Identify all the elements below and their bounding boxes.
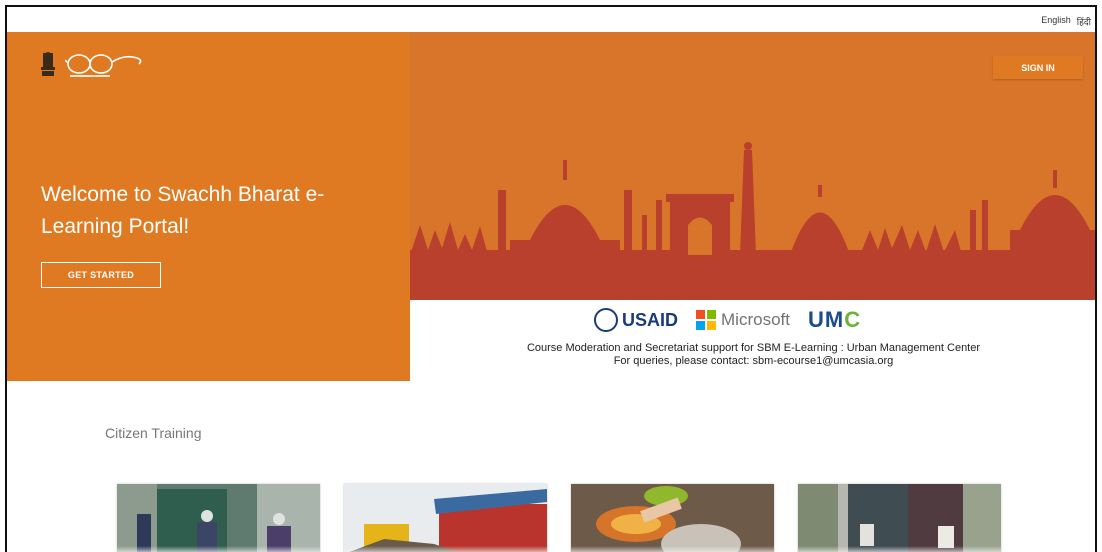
welcome-heading: Welcome to Swachh Bharat e- Learning Por… [41, 179, 401, 243]
course-card-row [117, 484, 1017, 552]
umc-logo: UMC [807, 307, 862, 332]
microsoft-logo: Microsoft [696, 310, 790, 330]
welcome-line-1: Welcome to Swachh Bharat e- [41, 183, 325, 206]
course-thumbnail [571, 484, 774, 552]
course-card-4[interactable] [798, 484, 1001, 552]
microsoft-text: Microsoft [721, 310, 790, 329]
usaid-text: USAID [622, 309, 679, 330]
course-card-1[interactable] [117, 484, 320, 552]
course-thumbnail [798, 484, 1001, 552]
language-switcher: English हिंदी [1041, 15, 1091, 28]
course-card-3[interactable] [571, 484, 774, 552]
usaid-logo: USAID [594, 308, 678, 332]
language-hindi-link[interactable]: हिंदी [1077, 15, 1091, 28]
section-title-citizen-training: Citizen Training [105, 425, 202, 441]
sign-in-button[interactable]: SIGN IN [993, 56, 1083, 79]
microsoft-logo-icon [696, 310, 717, 330]
page-frame: English हिंदी Welcome to Swachh Bharat e… [5, 5, 1097, 552]
credits-text: Course Moderation and Secretariat suppor… [410, 342, 1095, 368]
usaid-seal-icon [594, 308, 618, 332]
credit-line: Course Moderation and Secretariat suppor… [526, 342, 981, 354]
sponsor-strip: USAID Microsoft UMC Course Moderation an… [410, 300, 1095, 381]
contact-line: For queries, please contact: sbm-ecourse… [613, 355, 894, 367]
course-card-2[interactable] [344, 484, 547, 552]
top-bar: English हिंदी [7, 7, 1095, 32]
course-thumbnail [117, 484, 320, 552]
hero-left-panel: Welcome to Swachh Bharat e- Learning Por… [7, 32, 410, 381]
welcome-line-2: Learning Portal! [41, 215, 190, 238]
hero-banner: SIGN IN [410, 32, 1095, 300]
course-thumbnail [344, 484, 547, 552]
india-skyline-illustration [410, 142, 1095, 300]
sponsor-logos: USAID Microsoft UMC [594, 306, 861, 334]
get-started-button[interactable]: GET STARTED [41, 262, 161, 288]
swachh-bharat-glasses-icon [65, 54, 142, 77]
national-emblem-icon [41, 52, 55, 76]
language-english-link[interactable]: English [1041, 15, 1071, 28]
